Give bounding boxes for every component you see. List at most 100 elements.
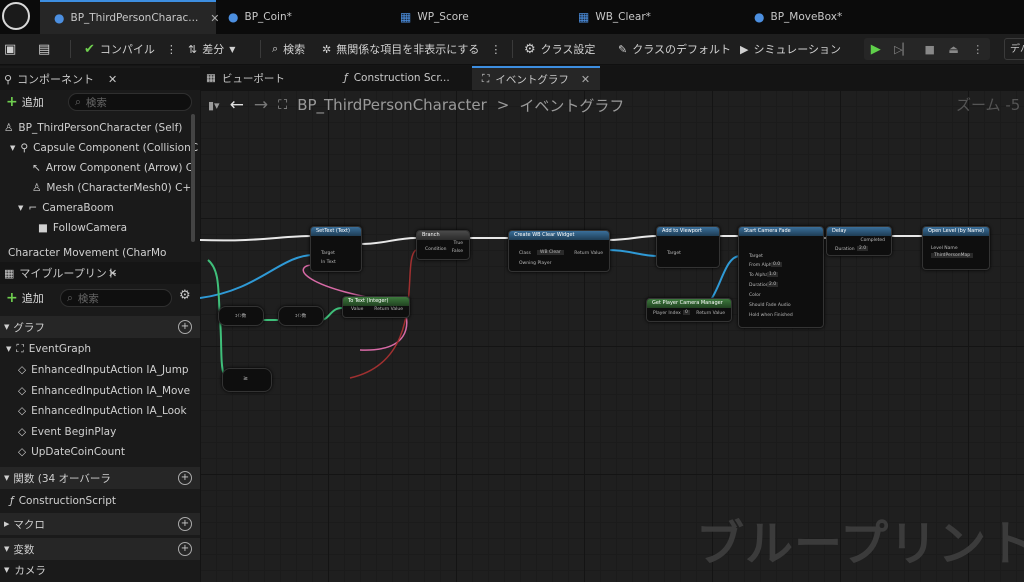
variable-category-camera[interactable]: ▼ カメラ: [4, 560, 46, 580]
add-function-icon[interactable]: +: [178, 471, 192, 485]
more-options-icon[interactable]: ⋮: [972, 43, 983, 56]
debug-object-dropdown[interactable]: デバ: [1004, 38, 1024, 60]
tree-item-charmovement[interactable]: Character Movement (CharMo: [8, 247, 166, 259]
class-defaults-button[interactable]: ✎ クラスのデフォルト: [618, 34, 731, 64]
play-icon[interactable]: ▶: [871, 42, 881, 57]
tree-item-mesh[interactable]: ♙ Mesh (CharacterMesh0) C+: [32, 178, 191, 198]
search-button[interactable]: ⌕ 検索: [272, 34, 305, 64]
hide-unrelated-button[interactable]: ✲ 無関係な項目を非表示にする ⋮: [322, 34, 501, 64]
tab-bp-thirdpersoncharacter[interactable]: ● BP_ThirdPersonCharac... ✕: [40, 0, 220, 34]
category-macros[interactable]: ▶ マクロ +: [0, 513, 200, 535]
close-icon[interactable]: ✕: [210, 12, 219, 25]
node-pin[interactable]: In Text: [321, 260, 336, 265]
pin-value[interactable]: 1.0: [767, 272, 779, 277]
graph-item-beginplay[interactable]: ◇ Event BeginPlay: [18, 422, 116, 442]
add-variable-icon[interactable]: +: [178, 542, 192, 556]
node-pin[interactable]: Should Fade Audio: [749, 303, 791, 308]
class-value[interactable]: WB Clear: [537, 250, 564, 255]
open-level-node[interactable]: Open Level (by Name) Level Name ThirdPer…: [922, 226, 990, 270]
add-component-button[interactable]: + 追加: [6, 92, 44, 112]
simulation-button[interactable]: ▶ シミュレーション: [740, 34, 841, 64]
component-search-input[interactable]: ⌕ 検索: [68, 93, 192, 111]
node-pin[interactable]: Owning Player: [519, 261, 551, 266]
category-variables[interactable]: ▼ 変数 +: [0, 538, 200, 560]
tab-bp-movebox[interactable]: ● BP_MoveBox*: [754, 0, 842, 34]
node-pin[interactable]: False: [452, 249, 463, 254]
coin-variable-node[interactable]: ｺｲﾝ数: [218, 306, 264, 326]
graph-item-ia-jump[interactable]: ◇ EnhancedInputAction IA_Jump: [18, 360, 189, 380]
node-pin[interactable]: Target: [321, 251, 335, 256]
tree-item-capsule[interactable]: ▼ ⚲ Capsule Component (CollisionC: [10, 138, 198, 158]
node-pin[interactable]: Level Name: [931, 246, 958, 251]
graph-item-updatecoincount[interactable]: ◇ UpDateCoinCount: [18, 442, 125, 462]
node-pin[interactable]: Color: [749, 293, 761, 298]
pin-value[interactable]: ThirdPersonMap: [931, 253, 974, 258]
node-pin[interactable]: Target: [667, 251, 681, 256]
node-pin[interactable]: Duration: [835, 247, 855, 252]
node-pin[interactable]: Target: [749, 254, 763, 259]
tab-event-graph[interactable]: ⛶ イベントグラフ ✕: [472, 66, 601, 90]
branch-node[interactable]: Branch Condition True False: [416, 230, 470, 260]
pin-value[interactable]: 0: [683, 310, 690, 315]
pin-value[interactable]: 2.0: [857, 246, 869, 251]
browse-button[interactable]: ▤: [38, 34, 50, 64]
event-graph-canvas[interactable]: ▮▾ ← → ⛶ BP_ThirdPersonCharacter > イベントグ…: [200, 90, 1024, 582]
graph-item-ia-move[interactable]: ◇ EnhancedInputAction IA_Move: [18, 381, 190, 401]
node-pin[interactable]: Completed: [860, 238, 885, 243]
class-settings-button[interactable]: ⚙ クラス設定: [524, 34, 595, 64]
tab-construction-script[interactable]: ƒ Construction Scr...: [344, 66, 450, 90]
start-camera-fade-node[interactable]: Start Camera Fade Target From Alpha 0.0 …: [738, 226, 824, 328]
node-pin[interactable]: Return Value: [574, 251, 603, 256]
blueprint-search-input[interactable]: ⌕ 検索: [60, 289, 172, 307]
compare-node[interactable]: ≥: [222, 368, 272, 392]
more-options-icon[interactable]: ⋮: [490, 43, 501, 56]
node-pin[interactable]: Return Value: [374, 307, 403, 312]
stop-icon[interactable]: ■: [925, 43, 935, 56]
add-to-viewport-node[interactable]: Add to Viewport Target: [656, 226, 720, 268]
category-functions[interactable]: ▼ 関数 (34 オーバーラ +: [0, 467, 200, 489]
coin-variable-node[interactable]: ｺｲﾝ数: [278, 306, 324, 326]
pin-value[interactable]: 0.0: [771, 262, 783, 267]
tree-item-arrow[interactable]: ↖ Arrow Component (Arrow) C: [32, 158, 193, 178]
pin-value[interactable]: 2.0: [767, 282, 779, 287]
eject-icon[interactable]: ⏏: [948, 43, 958, 56]
add-macro-icon[interactable]: +: [178, 517, 192, 531]
step-icon[interactable]: ▷▏: [894, 43, 911, 56]
add-member-button[interactable]: + 追加: [6, 288, 44, 308]
tree-item-cameraboom[interactable]: ▼ ⌐ CameraBoom: [18, 198, 114, 218]
tab-wp-score[interactable]: ▦ WP_Score: [400, 0, 469, 34]
function-item-constructionscript[interactable]: ƒ ConstructionScript: [10, 491, 116, 511]
graph-item-eventgraph[interactable]: ▼ ⛶ EventGraph: [6, 339, 91, 359]
close-icon[interactable]: ✕: [108, 267, 117, 280]
create-widget-node[interactable]: Create WB Clear Widget Class WB Clear Ow…: [508, 230, 610, 272]
compile-button[interactable]: ✔ コンパイル ⋮: [84, 34, 177, 64]
node-pin[interactable]: Hold when Finished: [749, 313, 793, 318]
get-camera-manager-node[interactable]: Get Player Camera Manager Player Index 0…: [646, 298, 732, 322]
more-options-icon[interactable]: ⋮: [166, 43, 177, 56]
tree-item-self[interactable]: ♙ BP_ThirdPersonCharacter (Self): [4, 118, 182, 138]
tab-bp-coin[interactable]: ● BP_Coin*: [228, 0, 292, 34]
diff-button[interactable]: ⇅ 差分 ▼: [188, 34, 235, 64]
delay-node[interactable]: Delay Completed Duration 2.0: [826, 226, 892, 256]
graph-item-ia-look[interactable]: ◇ EnhancedInputAction IA_Look: [18, 401, 187, 421]
category-graphs[interactable]: ▼ グラフ +: [0, 316, 200, 338]
node-pin[interactable]: To Alpha: [749, 273, 768, 278]
tab-wb-clear[interactable]: ▦ WB_Clear*: [578, 0, 651, 34]
gear-icon[interactable]: ⚙: [179, 288, 191, 303]
node-pin[interactable]: True: [453, 241, 463, 246]
tree-item-followcamera[interactable]: ■ FollowCamera: [38, 218, 127, 238]
close-icon[interactable]: ✕: [581, 73, 590, 86]
save-button[interactable]: ▣: [4, 34, 16, 64]
node-pin[interactable]: Duration: [749, 283, 769, 288]
scrollbar[interactable]: [191, 114, 195, 242]
to-text-node[interactable]: To Text (Integer) Value Return Value: [342, 296, 410, 318]
node-pin[interactable]: Return Value: [696, 311, 725, 316]
unreal-logo-icon[interactable]: [2, 2, 30, 30]
set-text-node[interactable]: SetText (Text) Target In Text: [310, 226, 362, 272]
node-pin[interactable]: Player Index: [653, 311, 681, 316]
tab-viewport[interactable]: ▦ ビューポート: [206, 66, 285, 90]
close-icon[interactable]: ✕: [108, 73, 117, 86]
node-pin[interactable]: Condition: [425, 247, 446, 252]
node-pin[interactable]: Value: [351, 307, 363, 312]
node-pin[interactable]: Class: [519, 251, 531, 256]
